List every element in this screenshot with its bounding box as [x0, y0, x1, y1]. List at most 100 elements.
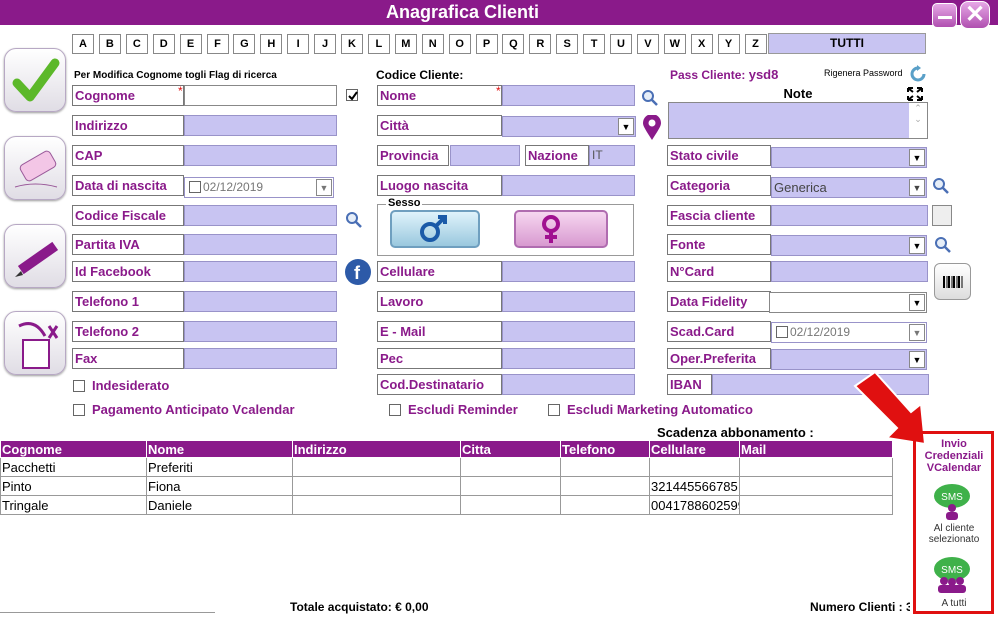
letter-filter-w[interactable]: W — [663, 34, 686, 54]
fonte-dropdown[interactable]: ▼ — [771, 235, 927, 256]
letter-filter-a[interactable]: A — [72, 34, 94, 54]
search-icon[interactable] — [345, 211, 363, 229]
lavoro-field[interactable] — [502, 291, 635, 312]
table-row[interactable]: Pacchetti Preferiti — [0, 457, 893, 477]
id-facebook-field[interactable] — [184, 261, 337, 282]
data-nascita-picker[interactable]: 02/12/2019 ▼ — [184, 177, 334, 198]
letter-filter-q[interactable]: Q — [502, 34, 525, 54]
male-button[interactable] — [390, 210, 480, 248]
chevron-down-icon[interactable]: ▼ — [909, 294, 925, 311]
letter-filter-s[interactable]: S — [556, 34, 579, 54]
minimize-button[interactable] — [932, 3, 957, 28]
chevron-down-icon[interactable]: ▼ — [909, 351, 925, 368]
nazione-field[interactable]: IT — [589, 145, 635, 166]
search-icon[interactable] — [932, 177, 950, 195]
letter-filter-c[interactable]: C — [125, 34, 148, 54]
letter-filter-e[interactable]: E — [179, 34, 202, 54]
fascia-color-swatch[interactable] — [932, 205, 952, 226]
fascia-cliente-field[interactable] — [771, 205, 928, 226]
column-header[interactable]: Nome — [146, 440, 293, 458]
oper-preferita-dropdown[interactable]: ▼ — [771, 349, 927, 370]
data-fidelity-dropdown[interactable]: ▼ — [769, 292, 927, 313]
cod-destinatario-field[interactable] — [502, 374, 635, 395]
delete-button[interactable] — [4, 311, 66, 375]
letter-filter-z[interactable]: Z — [744, 34, 767, 54]
letter-filter-g[interactable]: G — [233, 34, 256, 54]
data-nascita-checkbox[interactable] — [189, 181, 201, 193]
note-scrollbar[interactable]: ⌃ ⌄ — [909, 103, 927, 138]
female-button[interactable] — [514, 210, 608, 248]
telefono1-field[interactable] — [184, 291, 337, 312]
letter-filter-m[interactable]: M — [394, 34, 417, 54]
categoria-dropdown[interactable]: Generica ▼ — [771, 177, 927, 198]
column-header[interactable]: Telefono — [560, 440, 650, 458]
letter-filter-i[interactable]: I — [287, 34, 310, 54]
sms-all-button[interactable]: SMS — [932, 556, 972, 594]
column-header[interactable]: Indirizzo — [292, 440, 461, 458]
letter-filter-y[interactable]: Y — [717, 34, 740, 54]
pec-field[interactable] — [502, 348, 635, 369]
facebook-icon[interactable]: f — [344, 258, 372, 286]
letter-filter-p[interactable]: P — [475, 34, 498, 54]
pagamento-checkbox[interactable] — [73, 404, 85, 416]
indesiderato-checkbox[interactable] — [73, 380, 85, 392]
partita-iva-field[interactable] — [184, 234, 337, 255]
close-button[interactable]: ✕ — [960, 1, 990, 29]
letter-filter-k[interactable]: K — [341, 34, 363, 54]
letter-filter-f[interactable]: F — [206, 34, 229, 54]
luogo-nascita-field[interactable] — [502, 175, 635, 196]
sms-selected-button[interactable]: SMS — [932, 483, 972, 521]
fax-field[interactable] — [184, 348, 337, 369]
escludi-marketing-checkbox[interactable] — [548, 404, 560, 416]
letter-filter-o[interactable]: O — [448, 34, 471, 54]
letter-filter-v[interactable]: V — [636, 34, 659, 54]
chevron-down-icon[interactable]: ▼ — [909, 324, 925, 341]
column-header[interactable]: Cellulare — [649, 440, 740, 458]
email-field[interactable] — [502, 321, 635, 342]
cellulare-field[interactable] — [502, 261, 635, 282]
provincia-field[interactable] — [450, 145, 520, 166]
search-flag-checkbox[interactable] — [346, 89, 358, 101]
letter-filter-j[interactable]: J — [314, 34, 337, 54]
scad-card-picker[interactable]: 02/12/2019 ▼ — [771, 322, 927, 343]
confirm-button[interactable] — [4, 48, 66, 112]
letter-filter-t[interactable]: T — [583, 34, 606, 54]
column-header[interactable]: Cognome — [0, 440, 147, 458]
letter-filter-d[interactable]: D — [152, 34, 175, 54]
indirizzo-field[interactable] — [184, 115, 337, 136]
letter-filter-b[interactable]: B — [98, 34, 121, 54]
edit-button[interactable] — [4, 224, 66, 288]
stato-civile-dropdown[interactable]: ▼ — [771, 147, 927, 168]
map-pin-icon[interactable] — [641, 115, 663, 141]
letter-filter-u[interactable]: U — [610, 34, 632, 54]
ncard-field[interactable] — [771, 261, 928, 282]
citta-dropdown[interactable]: ▼ — [502, 116, 636, 137]
search-icon[interactable] — [934, 236, 952, 254]
cognome-field[interactable] — [184, 85, 337, 106]
letter-filter-r[interactable]: R — [529, 34, 552, 54]
refresh-icon[interactable] — [908, 64, 928, 84]
cap-field[interactable] — [184, 145, 337, 166]
expand-icon[interactable] — [907, 87, 923, 101]
escludi-reminder-checkbox[interactable] — [389, 404, 401, 416]
column-header[interactable]: Citta — [460, 440, 561, 458]
chevron-down-icon[interactable]: ▼ — [316, 179, 332, 196]
table-row[interactable]: Pinto Fiona 321445566785 — [0, 476, 893, 496]
letter-filter-x[interactable]: X — [690, 34, 713, 54]
chevron-down-icon[interactable]: ▼ — [618, 118, 634, 135]
chevron-down-icon[interactable]: ▼ — [909, 237, 925, 254]
nome-field[interactable] — [502, 85, 635, 106]
note-textarea[interactable] — [669, 103, 909, 138]
chevron-down-icon[interactable]: ▼ — [909, 149, 925, 166]
barcode-button[interactable] — [934, 263, 971, 300]
tutti-button[interactable]: TUTTI — [768, 33, 926, 54]
letter-filter-h[interactable]: H — [260, 34, 283, 54]
search-icon[interactable] — [641, 89, 659, 107]
telefono2-field[interactable] — [184, 321, 337, 342]
scad-card-checkbox[interactable] — [776, 326, 788, 338]
letter-filter-l[interactable]: L — [367, 34, 390, 54]
chevron-down-icon[interactable]: ▼ — [909, 179, 925, 196]
table-row[interactable]: Tringale Daniele 0041788602599 — [0, 495, 893, 515]
codice-fiscale-field[interactable] — [184, 205, 337, 226]
letter-filter-n[interactable]: N — [421, 34, 444, 54]
